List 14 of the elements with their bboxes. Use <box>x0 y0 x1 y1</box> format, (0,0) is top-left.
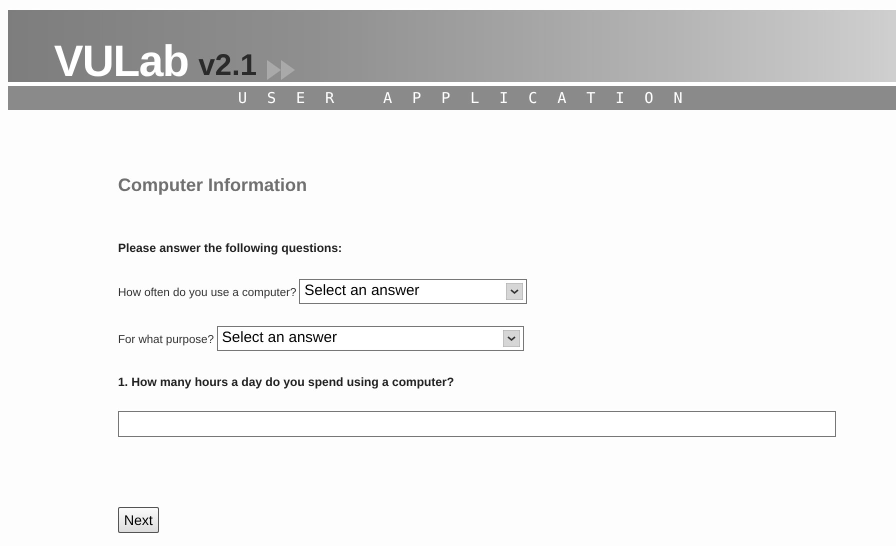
answer-field[interactable] <box>118 411 836 437</box>
chevron-down-icon <box>506 283 524 300</box>
subtitle: USER APPLICATION <box>238 88 702 109</box>
page-heading: Computer Information <box>118 174 308 197</box>
chevron-down-icon <box>502 330 520 347</box>
version-label: v2.1 <box>198 50 257 82</box>
answer-select[interactable]: Select an answer <box>216 326 524 351</box>
question-text: 1. How many hours a day do you spend using a computer? <box>118 374 456 391</box>
logo: VULab <box>54 40 188 84</box>
instructions: Please answer the following questions: <box>118 240 344 257</box>
question-label: How often do you use a computer? <box>118 286 296 301</box>
next-button[interactable]: Next <box>118 507 159 533</box>
question-label: For what purpose? <box>118 332 214 348</box>
answer-select[interactable]: Select an answer <box>299 279 528 304</box>
